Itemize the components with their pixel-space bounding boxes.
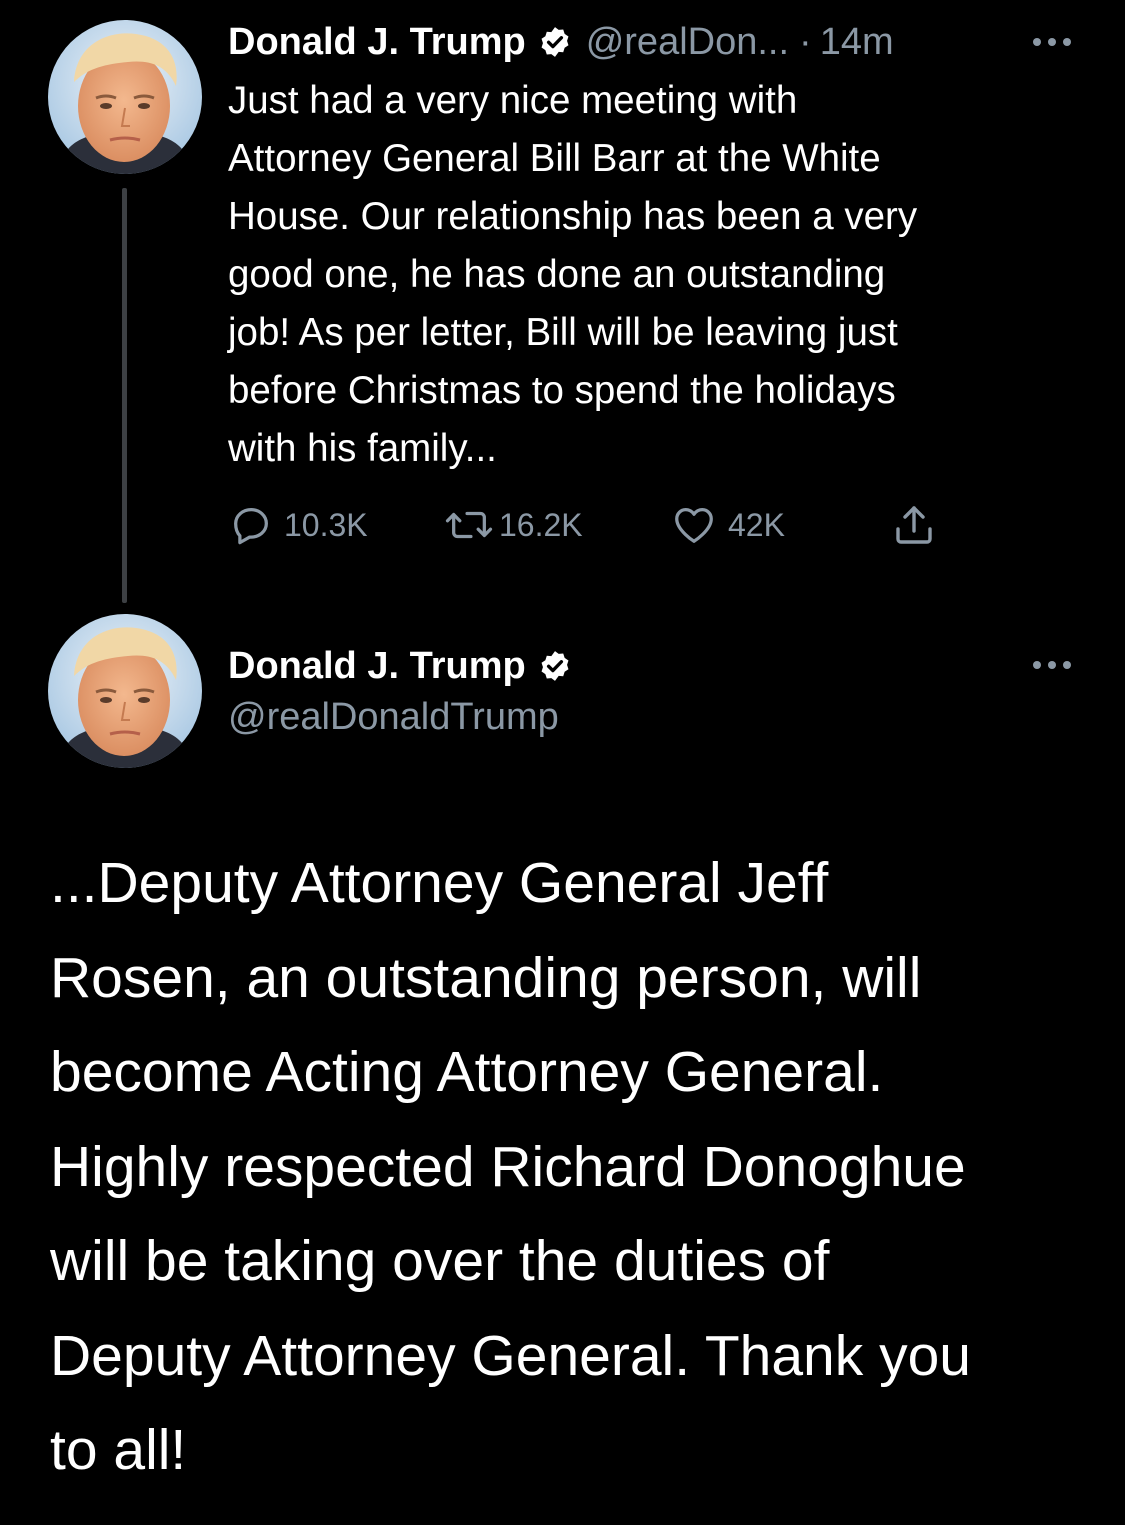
retweet-count: 16.2K [499,506,583,543]
retweet-button[interactable]: 16.2K [443,500,583,550]
tweet1-line: with his family... [228,427,497,470]
tweet2-line: Rosen, an outstanding person, will [50,945,922,1010]
tweet2-avatar[interactable] [48,614,202,768]
like-icon [670,502,718,548]
tweet2-body: ...Deputy Attorney General Jeff Rosen, a… [50,836,1100,1498]
tweet1-action-bar: 10.3K 16.2K 42K [228,500,988,550]
tweet1-body: Just had a very nice meeting with Attorn… [228,72,1088,478]
user-avatar-photo [48,20,202,174]
like-count: 42K [728,506,785,543]
tweet1-line: good one, he has done an outstanding [228,253,886,296]
tweet1-line: House. Our relationship has been a very [228,195,918,238]
verified-badge-icon [538,649,572,683]
tweet1-line: Attorney General Bill Barr at the White [228,137,881,180]
reply-button[interactable]: 10.3K [228,500,368,550]
tweet2-line: Highly respected Richard Donoghue [50,1134,966,1199]
retweet-icon [443,502,495,548]
tweet1-line: Just had a very nice meeting with [228,79,798,122]
like-button[interactable]: 42K [670,500,785,550]
tweet1-display-name[interactable]: Donald J. Trump [228,21,526,64]
verified-badge-icon [538,25,572,59]
tweet1-header: Donald J. Trump @realDon... · 14m [228,14,1085,70]
reply-icon [228,502,274,548]
tweet1-handle[interactable]: @realDon... [586,21,789,64]
tweet1-avatar[interactable] [48,20,202,174]
tweet2-handle[interactable]: @realDonaldTrump [228,696,559,739]
tweet2-line: Deputy Attorney General. Thank you [50,1323,971,1388]
tweet1-separator: · [799,20,812,63]
tweet2-line: ...Deputy Attorney General Jeff [50,851,829,915]
more-options-icon[interactable] [1030,657,1074,673]
share-button[interactable] [890,500,938,550]
tweet1-line: before Christmas to spend the holidays [228,369,896,412]
tweet1-line: job! As per letter, Bill will be leaving… [228,311,898,354]
tweet1-timestamp[interactable]: 14m [820,21,894,64]
tweet2-line: become Acting Attorney General. [50,1040,884,1104]
share-icon [890,501,938,549]
tweet2-header: Donald J. Trump [228,638,572,694]
reply-count: 10.3K [284,506,368,543]
user-avatar-photo [48,614,202,768]
more-options-icon[interactable] [1030,34,1074,50]
tweet2-display-name[interactable]: Donald J. Trump [228,645,526,688]
thread-connector-line [122,188,127,603]
tweet2-line: will be taking over the duties of [50,1229,830,1293]
tweet2-line: to all! [50,1418,187,1482]
